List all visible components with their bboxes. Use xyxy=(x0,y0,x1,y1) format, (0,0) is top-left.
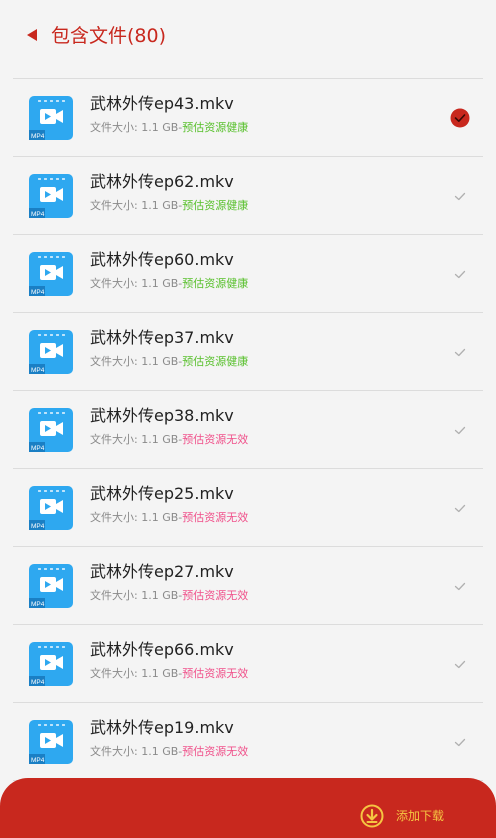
file-meta: 文件大小: 1.1 GB-预估资源无效 xyxy=(90,511,248,525)
file-name: 武林外传ep60.mkv xyxy=(90,250,234,269)
file-name: 武林外传ep19.mkv xyxy=(90,718,234,737)
check-icon[interactable] xyxy=(450,498,470,518)
file-row[interactable]: MP4 武林外传ep19.mkv 文件大小: 1.1 GB-预估资源无效 xyxy=(13,703,483,781)
download-circle-icon xyxy=(360,804,384,828)
file-size: 文件大小: 1.1 GB- xyxy=(90,355,183,368)
file-meta: 文件大小: 1.1 GB-预估资源健康 xyxy=(90,277,248,291)
video-file-icon: MP4 xyxy=(29,330,73,374)
file-name: 武林外传ep27.mkv xyxy=(90,562,234,581)
file-meta: 文件大小: 1.1 GB-预估资源健康 xyxy=(90,199,248,213)
video-file-icon: MP4 xyxy=(29,96,73,140)
header: 包含文件(80) xyxy=(0,0,496,78)
video-file-icon: MP4 xyxy=(29,408,73,452)
back-arrow-icon[interactable] xyxy=(27,29,37,41)
file-type-label: MP4 xyxy=(31,289,45,296)
file-size: 文件大小: 1.1 GB- xyxy=(90,589,183,602)
file-row[interactable]: MP4 武林外传ep60.mkv 文件大小: 1.1 GB-预估资源健康 xyxy=(13,235,483,313)
file-type-label: MP4 xyxy=(31,211,45,218)
file-meta: 文件大小: 1.1 GB-预估资源无效 xyxy=(90,433,248,447)
file-type-label: MP4 xyxy=(31,133,45,140)
file-size: 文件大小: 1.1 GB- xyxy=(90,199,183,212)
page-title: 包含文件(80) xyxy=(51,25,167,47)
file-name: 武林外传ep25.mkv xyxy=(90,484,234,503)
resource-status: 预估资源无效 xyxy=(182,667,249,680)
resource-status: 预估资源无效 xyxy=(182,511,249,524)
file-row[interactable]: MP4 武林外传ep66.mkv 文件大小: 1.1 GB-预估资源无效 xyxy=(13,625,483,703)
check-icon[interactable] xyxy=(450,576,470,596)
file-size: 文件大小: 1.1 GB- xyxy=(90,121,183,134)
file-row[interactable]: MP4 武林外传ep37.mkv 文件大小: 1.1 GB-预估资源健康 xyxy=(13,313,483,391)
file-row[interactable]: MP4 武林外传ep62.mkv 文件大小: 1.1 GB-预估资源健康 xyxy=(13,157,483,235)
file-name: 武林外传ep38.mkv xyxy=(90,406,234,425)
file-meta: 文件大小: 1.1 GB-预估资源健康 xyxy=(90,355,248,369)
file-name: 武林外传ep43.mkv xyxy=(90,94,234,113)
check-icon[interactable] xyxy=(450,732,470,752)
resource-status: 预估资源健康 xyxy=(182,277,249,290)
file-meta: 文件大小: 1.1 GB-预估资源无效 xyxy=(90,745,248,759)
resource-status: 预估资源健康 xyxy=(182,121,249,134)
file-row[interactable]: MP4 武林外传ep43.mkv 文件大小: 1.1 GB-预估资源健康 xyxy=(13,79,483,157)
file-type-label: MP4 xyxy=(31,367,45,374)
file-size: 文件大小: 1.1 GB- xyxy=(90,277,183,290)
resource-status: 预估资源健康 xyxy=(182,355,249,368)
resource-status: 预估资源无效 xyxy=(182,433,249,446)
video-file-icon: MP4 xyxy=(29,642,73,686)
file-size: 文件大小: 1.1 GB- xyxy=(90,745,183,758)
video-file-icon: MP4 xyxy=(29,252,73,296)
file-type-label: MP4 xyxy=(31,757,45,764)
file-size: 文件大小: 1.1 GB- xyxy=(90,433,183,446)
file-size: 文件大小: 1.1 GB- xyxy=(90,667,183,680)
file-row[interactable]: MP4 武林外传ep27.mkv 文件大小: 1.1 GB-预估资源无效 xyxy=(13,547,483,625)
file-meta: 文件大小: 1.1 GB-预估资源健康 xyxy=(90,121,248,135)
file-name: 武林外传ep66.mkv xyxy=(90,640,234,659)
add-download-label: 添加下载 xyxy=(396,809,445,823)
checked-circle-icon[interactable] xyxy=(450,108,470,128)
file-row[interactable]: MP4 武林外传ep38.mkv 文件大小: 1.1 GB-预估资源无效 xyxy=(13,391,483,469)
check-icon[interactable] xyxy=(450,342,470,362)
check-icon[interactable] xyxy=(450,186,470,206)
file-name: 武林外传ep37.mkv xyxy=(90,328,234,347)
file-type-label: MP4 xyxy=(31,523,45,530)
file-type-label: MP4 xyxy=(31,601,45,608)
bottom-bar: 添加下载 xyxy=(0,778,496,838)
file-type-label: MP4 xyxy=(31,445,45,452)
file-meta: 文件大小: 1.1 GB-预估资源无效 xyxy=(90,589,248,603)
file-list: MP4 武林外传ep43.mkv 文件大小: 1.1 GB-预估资源健康 MP4 武林外… xyxy=(13,78,483,781)
file-size: 文件大小: 1.1 GB- xyxy=(90,511,183,524)
video-file-icon: MP4 xyxy=(29,564,73,608)
video-file-icon: MP4 xyxy=(29,486,73,530)
resource-status: 预估资源健康 xyxy=(182,199,249,212)
check-icon[interactable] xyxy=(450,654,470,674)
resource-status: 预估资源无效 xyxy=(182,745,249,758)
video-file-icon: MP4 xyxy=(29,174,73,218)
file-name: 武林外传ep62.mkv xyxy=(90,172,234,191)
check-icon[interactable] xyxy=(450,420,470,440)
check-icon[interactable] xyxy=(450,264,470,284)
file-row[interactable]: MP4 武林外传ep25.mkv 文件大小: 1.1 GB-预估资源无效 xyxy=(13,469,483,547)
video-file-icon: MP4 xyxy=(29,720,73,764)
add-download-button[interactable]: 添加下载 xyxy=(360,804,444,828)
file-type-label: MP4 xyxy=(31,679,45,686)
file-meta: 文件大小: 1.1 GB-预估资源无效 xyxy=(90,667,248,681)
resource-status: 预估资源无效 xyxy=(182,589,249,602)
